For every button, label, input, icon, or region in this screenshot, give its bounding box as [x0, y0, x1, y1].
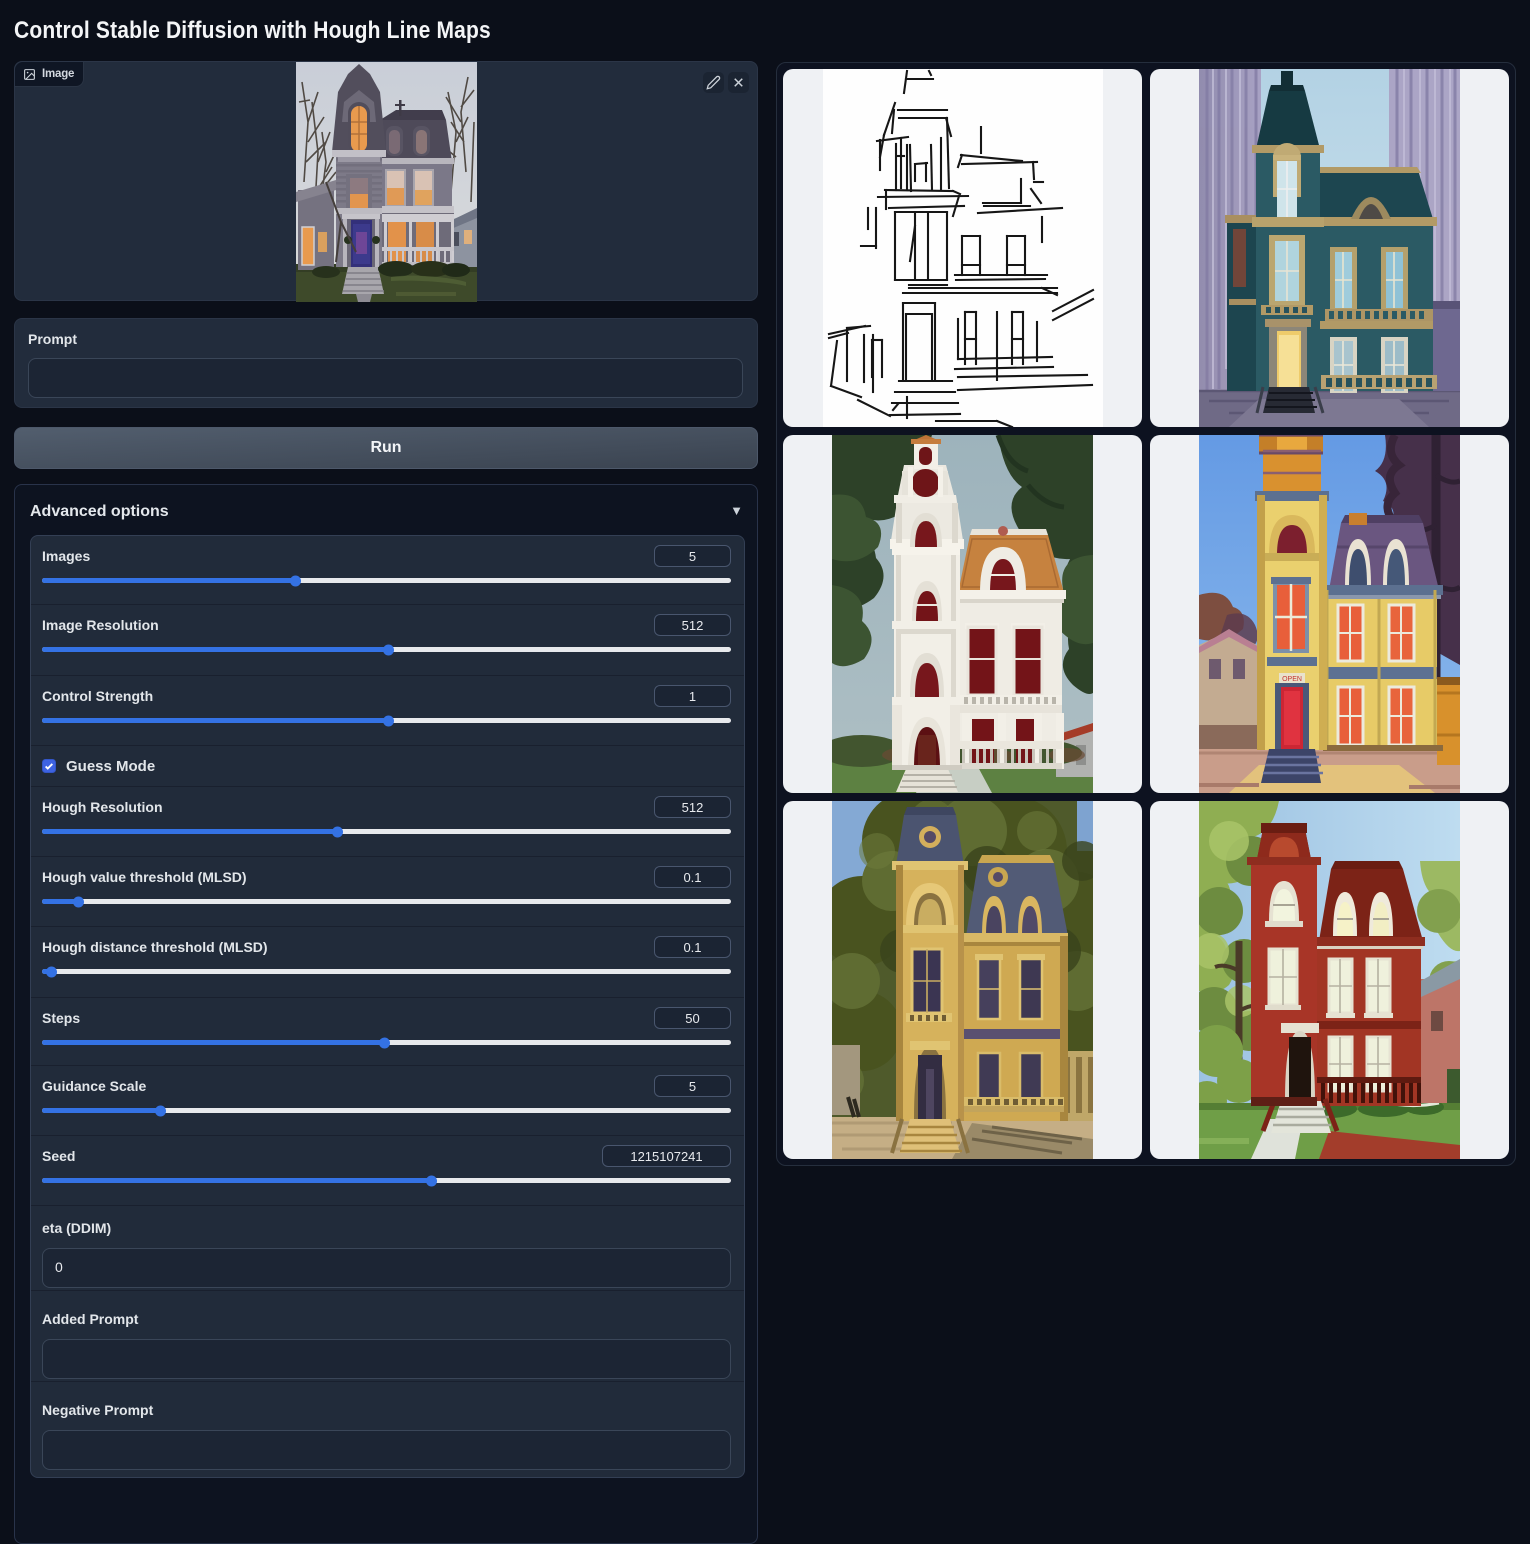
svg-text:OPEN: OPEN: [1282, 676, 1302, 683]
